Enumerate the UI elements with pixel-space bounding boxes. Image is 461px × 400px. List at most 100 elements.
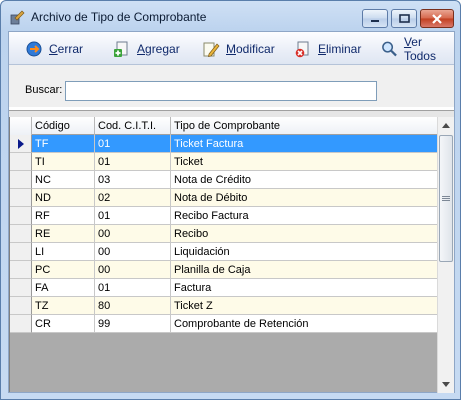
scroll-down-button[interactable]	[438, 376, 454, 393]
title-bar[interactable]: Archivo de Tipo de Comprobante	[1, 1, 460, 31]
cell-cod-citi[interactable]: 80	[95, 297, 171, 315]
cell-cod-citi[interactable]: 01	[95, 207, 171, 225]
grid-header: Código Cod. C.I.T.I. Tipo de Comprobante	[10, 117, 437, 135]
cell-codigo[interactable]: RF	[32, 207, 95, 225]
row-indicator[interactable]	[10, 297, 32, 315]
cell-codigo[interactable]: TI	[32, 153, 95, 171]
agregar-button[interactable]: Agregar	[113, 39, 180, 59]
row-indicator[interactable]	[10, 243, 32, 261]
magnifier-icon	[382, 41, 397, 57]
app-icon	[10, 10, 25, 25]
cell-tipo[interactable]: Recibo	[171, 225, 437, 243]
cell-tipo[interactable]: Nota de Crédito	[171, 171, 437, 189]
table-row[interactable]: PC 00 Planilla de Caja	[10, 261, 437, 279]
grip-icon	[442, 195, 450, 201]
client-area: Cerrar Agregar Modificar Eliminar Ver To…	[8, 31, 455, 393]
table-row[interactable]: RE 00 Recibo	[10, 225, 437, 243]
cell-codigo[interactable]: ND	[32, 189, 95, 207]
cell-tipo[interactable]: Ticket	[171, 153, 437, 171]
row-indicator[interactable]	[10, 153, 32, 171]
toolbar: Cerrar Agregar Modificar Eliminar Ver To…	[9, 32, 454, 65]
row-indicator[interactable]	[10, 279, 32, 297]
cell-cod-citi[interactable]: 00	[95, 243, 171, 261]
cell-codigo[interactable]: RE	[32, 225, 95, 243]
agregar-label: Agregar	[137, 42, 180, 56]
row-indicator-header	[10, 117, 32, 135]
cell-cod-citi[interactable]: 00	[95, 225, 171, 243]
cell-tipo[interactable]: Planilla de Caja	[171, 261, 437, 279]
table-row[interactable]: TZ 80 Ticket Z	[10, 297, 437, 315]
edit-pencil-icon	[203, 42, 220, 57]
column-header-tipo[interactable]: Tipo de Comprobante	[171, 117, 437, 135]
cell-codigo[interactable]: FA	[32, 279, 95, 297]
row-indicator[interactable]	[10, 225, 32, 243]
cell-codigo[interactable]: TF	[32, 135, 95, 153]
cell-codigo[interactable]: TZ	[32, 297, 95, 315]
window: Archivo de Tipo de Comprobante Cerrar Ag…	[0, 0, 461, 400]
add-document-icon	[114, 41, 128, 57]
cell-tipo[interactable]: Nota de Débito	[171, 189, 437, 207]
column-header-codigo[interactable]: Código	[32, 117, 95, 135]
grid-area: Código Cod. C.I.T.I. Tipo de Comprobante…	[9, 110, 454, 393]
row-indicator[interactable]	[10, 315, 32, 333]
cerrar-button[interactable]: Cerrar	[25, 39, 83, 59]
ver-todos-label: Ver Todos	[403, 35, 436, 63]
maximize-icon	[398, 14, 410, 23]
table-row[interactable]: LI 00 Liquidación	[10, 243, 437, 261]
cell-tipo[interactable]: Recibo Factura	[171, 207, 437, 225]
cell-tipo[interactable]: Ticket Factura	[171, 135, 437, 153]
current-row-arrow-icon	[17, 138, 24, 149]
cell-cod-citi[interactable]: 99	[95, 315, 171, 333]
cell-codigo[interactable]: PC	[32, 261, 95, 279]
cerrar-label: Cerrar	[49, 42, 84, 56]
search-panel: Buscar:	[9, 65, 454, 107]
row-indicator[interactable]	[10, 171, 32, 189]
window-title: Archivo de Tipo de Comprobante	[31, 10, 207, 24]
arrow-up-icon	[442, 123, 450, 128]
cell-cod-citi[interactable]: 01	[95, 153, 171, 171]
modificar-button[interactable]: Modificar	[202, 39, 275, 59]
maximize-button[interactable]	[391, 9, 417, 28]
minimize-icon	[371, 19, 379, 22]
cell-codigo[interactable]: NC	[32, 171, 95, 189]
cell-tipo[interactable]: Liquidación	[171, 243, 437, 261]
cell-cod-citi[interactable]: 01	[95, 135, 171, 153]
table-row[interactable]: NC 03 Nota de Crédito	[10, 171, 437, 189]
modificar-label: Modificar	[226, 42, 275, 56]
close-button[interactable]	[420, 9, 454, 28]
arrow-down-icon	[442, 382, 450, 387]
scroll-up-button[interactable]	[438, 117, 454, 134]
table-row[interactable]: TI 01 Ticket	[10, 153, 437, 171]
scroll-thumb[interactable]	[439, 135, 453, 262]
minimize-button[interactable]	[362, 9, 388, 28]
row-indicator[interactable]	[10, 261, 32, 279]
cell-cod-citi[interactable]: 02	[95, 189, 171, 207]
close-icon	[432, 13, 442, 24]
exit-icon	[26, 41, 42, 57]
delete-document-icon	[295, 41, 309, 58]
eliminar-label: Eliminar	[318, 42, 362, 56]
cell-tipo[interactable]: Factura	[171, 279, 437, 297]
row-indicator[interactable]	[10, 207, 32, 225]
row-indicator[interactable]	[10, 189, 32, 207]
cell-codigo[interactable]: LI	[32, 243, 95, 261]
table-row[interactable]: FA 01 Factura	[10, 279, 437, 297]
table-row[interactable]: ND 02 Nota de Débito	[10, 189, 437, 207]
cell-tipo[interactable]: Comprobante de Retención	[171, 315, 437, 333]
search-label: Buscar:	[25, 84, 63, 96]
cell-codigo[interactable]: CR	[32, 315, 95, 333]
cell-cod-citi[interactable]: 01	[95, 279, 171, 297]
ver-todos-button[interactable]: Ver Todos	[381, 35, 454, 63]
table-row[interactable]: RF 01 Recibo Factura	[10, 207, 437, 225]
table-row[interactable]: TF 01 Ticket Factura	[10, 135, 437, 153]
cell-cod-citi[interactable]: 00	[95, 261, 171, 279]
search-input[interactable]	[65, 81, 377, 101]
vertical-scrollbar[interactable]	[437, 117, 454, 393]
data-grid: Código Cod. C.I.T.I. Tipo de Comprobante…	[9, 117, 437, 392]
table-row[interactable]: CR 99 Comprobante de Retención	[10, 315, 437, 333]
cell-cod-citi[interactable]: 03	[95, 171, 171, 189]
row-indicator[interactable]	[10, 135, 32, 153]
eliminar-button[interactable]: Eliminar	[294, 39, 361, 59]
column-header-cod-citi[interactable]: Cod. C.I.T.I.	[95, 117, 171, 135]
cell-tipo[interactable]: Ticket Z	[171, 297, 437, 315]
